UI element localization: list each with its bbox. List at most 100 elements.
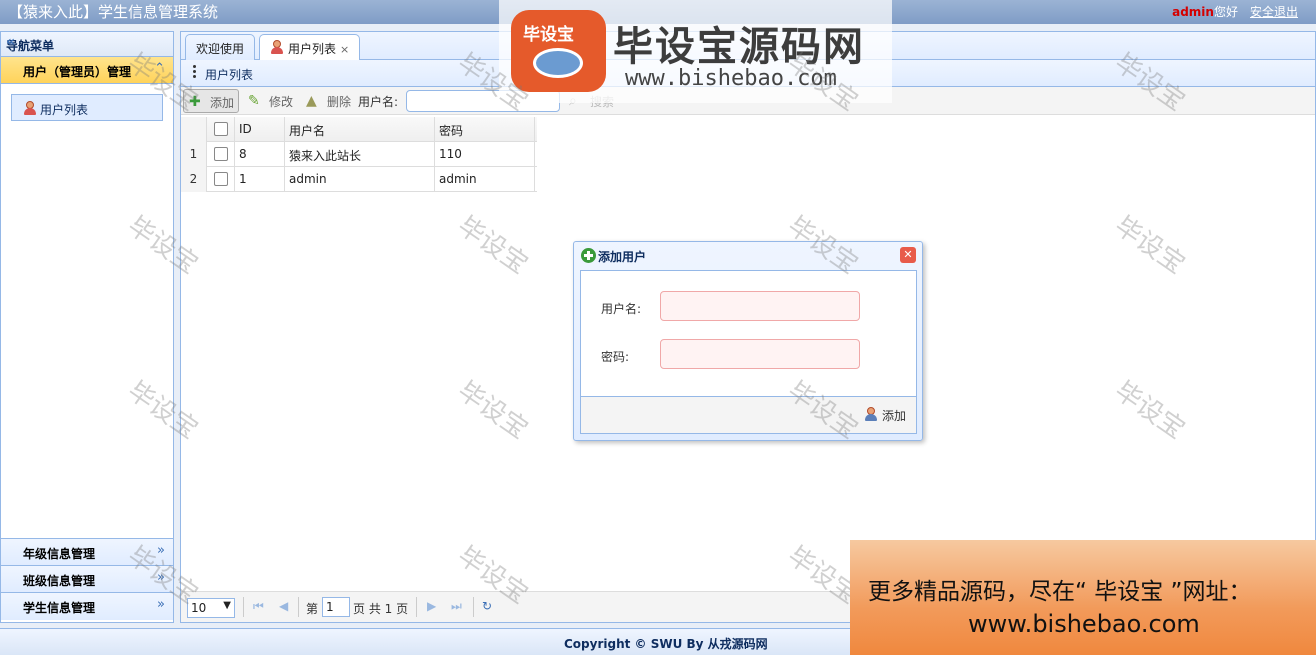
tab-welcome[interactable]: 欢迎使用	[185, 34, 256, 60]
cell-username: admin	[285, 167, 435, 192]
plus-icon: ✚	[189, 94, 201, 110]
watermark-site-title: 毕设宝源码网	[613, 24, 865, 70]
user-icon	[23, 101, 37, 115]
nav-section-label: 班级信息管理	[23, 574, 96, 588]
nav-panel: 导航菜单 « 用户（管理员）管理 ⌃ 用户列表 年级信息管理 » 班级信息管理 …	[0, 31, 174, 623]
submit-add-button[interactable]: 添加	[864, 407, 906, 424]
chevron-down-icon: »	[157, 570, 165, 585]
copyright-text: Copyright © SWU By 从戎源码网	[564, 637, 768, 651]
tab-label: 欢迎使用	[196, 42, 245, 56]
cell-password: admin	[435, 167, 535, 192]
username-filter-label: 用户名:	[358, 95, 399, 109]
row-checkbox-cell	[207, 142, 235, 167]
dialog-footer: 添加	[580, 397, 917, 434]
sidebar-item-user-list[interactable]: 用户列表	[11, 94, 163, 121]
close-icon[interactable]: ×	[340, 43, 349, 56]
add-user-dialog: 添加用户 ✕ 用户名: 密码: 添加	[573, 241, 923, 441]
brand-logo-icon: 毕设宝	[511, 10, 606, 92]
greeting: 您好	[1213, 5, 1238, 19]
tab-label: 用户列表	[288, 42, 337, 56]
select-all-checkbox[interactable]	[214, 122, 228, 136]
logout-link[interactable]: 安全退出	[1250, 5, 1298, 19]
nav-section-user-admin[interactable]: 用户（管理员）管理 ⌃	[1, 57, 173, 84]
pager-separator	[298, 597, 299, 617]
nav-section-label: 年级信息管理	[23, 547, 96, 561]
username-field[interactable]	[660, 291, 860, 321]
password-field[interactable]	[660, 339, 860, 369]
delete-button[interactable]: ▲ 删除	[301, 89, 355, 113]
pager-separator	[473, 597, 474, 617]
nav-section-grade[interactable]: 年级信息管理 »	[1, 539, 173, 566]
refresh-icon[interactable]: ↻	[482, 599, 492, 613]
pager-separator	[416, 597, 417, 617]
chevron-down-icon: »	[157, 543, 165, 558]
first-page-icon[interactable]: ⏮	[253, 599, 264, 614]
cell-username: 猿来入此站长	[285, 142, 435, 167]
chevron-up-icon: ⌃	[154, 61, 165, 76]
user-table: ID 用户名 密码 1 8 猿来入此站长 110 2 1 admin admin	[181, 117, 537, 192]
prev-page-icon[interactable]: ◀	[279, 599, 288, 613]
add-button[interactable]: ✚ 添加	[183, 89, 240, 113]
row-checkbox[interactable]	[214, 172, 228, 186]
app-title: 【猿来入此】学生信息管理系统	[8, 3, 219, 21]
page-total: 页 共 1 页	[353, 602, 409, 616]
dialog-header: 添加用户 ✕	[574, 242, 922, 269]
submit-label: 添加	[881, 409, 906, 423]
page-size-value: 10	[191, 601, 207, 615]
table-row[interactable]: 1 8 猿来入此站长 110	[181, 142, 537, 167]
collapse-icon[interactable]: «	[6, 34, 165, 50]
tab-user-list[interactable]: 用户列表 ×	[259, 34, 361, 61]
column-header-username[interactable]: 用户名	[285, 117, 435, 142]
nav-section-label: 用户（管理员）管理	[23, 65, 132, 79]
nav-section-label: 学生信息管理	[23, 601, 96, 615]
close-icon[interactable]: ✕	[900, 247, 916, 263]
username-label: 用户名:	[601, 302, 642, 316]
edit-label: 修改	[269, 95, 294, 109]
pager-separator	[243, 597, 244, 617]
password-label: 密码:	[601, 350, 630, 364]
promo-line-1: 更多精品源码，尽在“ 毕设宝 ”网址：	[868, 579, 1252, 605]
last-page-icon[interactable]: ⏭	[451, 599, 462, 614]
row-number: 2	[181, 167, 207, 192]
user-info: admin您好 安全退出	[1172, 3, 1298, 20]
pencil-icon: ✎	[248, 93, 260, 109]
select-all-checkbox-cell	[207, 117, 235, 142]
column-header-password[interactable]: 密码	[435, 117, 535, 142]
user-add-icon	[864, 407, 878, 421]
user-icon	[270, 40, 284, 54]
next-page-icon[interactable]: ▶	[427, 599, 436, 613]
username: admin	[1172, 5, 1214, 19]
page-prefix: 第	[306, 602, 319, 616]
promo-line-2: www.bishebao.com	[968, 610, 1200, 638]
delete-label: 删除	[327, 95, 352, 109]
dialog-title: 添加用户	[598, 250, 647, 264]
row-number: 1	[181, 142, 207, 167]
panel-title: 用户列表	[205, 68, 254, 82]
cell-password: 110	[435, 142, 535, 167]
cell-id: 8	[235, 142, 285, 167]
chevron-down-icon: »	[157, 597, 165, 612]
watermark-logo: 毕设宝 毕设宝源码网 www.bishebao.com	[499, 0, 892, 103]
dialog-body: 用户名: 密码:	[580, 270, 917, 397]
watermark-site-url: www.bishebao.com	[625, 66, 837, 91]
row-checkbox[interactable]	[214, 147, 228, 161]
nav-section-class[interactable]: 班级信息管理 »	[1, 566, 173, 593]
chevron-down-icon: ▼	[223, 600, 231, 611]
table-row[interactable]: 2 1 admin admin	[181, 167, 537, 192]
row-checkbox-cell	[207, 167, 235, 192]
rownum-header	[181, 117, 207, 142]
table-header-row: ID 用户名 密码	[181, 117, 537, 142]
grip-icon	[193, 65, 196, 79]
column-header-id[interactable]: ID	[235, 117, 285, 142]
nav-header: 导航菜单 «	[1, 32, 173, 57]
logo-badge-text: 毕设宝	[523, 25, 574, 45]
promo-banner: 更多精品源码，尽在“ 毕设宝 ”网址： www.bishebao.com	[850, 540, 1316, 655]
nav-section-student[interactable]: 学生信息管理 »	[1, 593, 173, 620]
nav-section-body: 用户列表	[1, 84, 173, 539]
cell-id: 1	[235, 167, 285, 192]
add-label: 添加	[210, 96, 235, 110]
edit-button[interactable]: ✎ 修改	[243, 89, 297, 113]
page-number-input[interactable]: 1	[322, 597, 350, 617]
page-size-select[interactable]: 10 ▼	[187, 598, 235, 618]
plus-icon	[581, 248, 596, 263]
